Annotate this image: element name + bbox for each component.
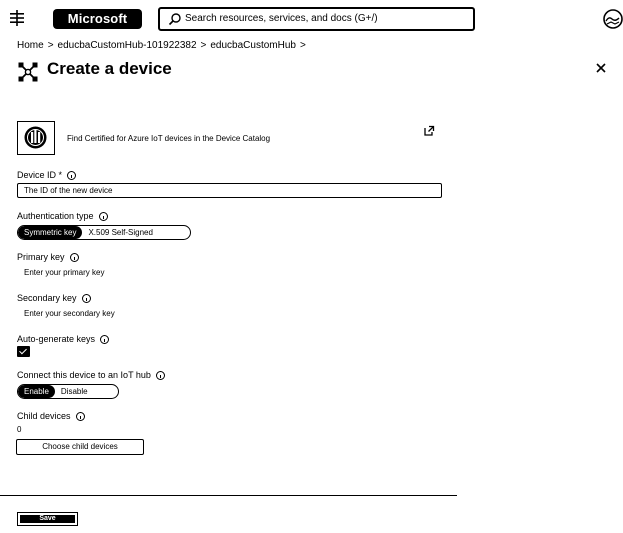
info-icon[interactable] [100,334,110,344]
info-icon[interactable] [75,411,85,421]
secondary-key-label-text: Secondary key [17,293,77,303]
iot-device-icon [18,62,38,82]
breadcrumb-home[interactable]: Home [17,39,44,53]
device-id-label-text: Device ID * [17,170,63,180]
menu-icon[interactable] [9,10,25,26]
top-bar: Microsoft Azure Search resources, servic… [0,0,623,46]
device-catalog-link[interactable]: Find Certified for Azure IoT devices in … [67,133,270,145]
connect-option-enable[interactable]: Enable [18,385,55,398]
child-devices-count: 0 [17,425,22,434]
info-icon[interactable] [67,170,77,180]
azure-brand-logo[interactable]: Microsoft Azure [53,9,142,46]
auth-type-label: Authentication type [17,210,108,222]
auto-generate-label-text: Auto-generate keys [17,334,96,344]
footer-divider [0,495,457,496]
connect-hub-label-text: Connect this device to an IoT hub [17,370,151,380]
search-placeholder: Search resources, services, and docs (G+… [185,13,378,24]
breadcrumb-separator: > [200,40,207,51]
child-devices-label: Child devices [17,410,85,422]
breadcrumb-iot-hub[interactable]: educbaCustomHub-101922382 [58,39,197,53]
primary-key-input[interactable]: Enter your primary key [24,267,104,279]
cloud-shell-icon[interactable] [601,8,623,30]
breadcrumb-separator: > [47,40,54,51]
save-button[interactable]: Save [17,512,78,526]
page-title: Create a device [47,59,172,78]
certified-badge-icon [24,126,47,149]
auth-type-toggle: Symmetric key X.509 Self-Signed [17,225,191,240]
breadcrumb-custom-hub[interactable]: educbaCustomHub [210,39,296,53]
device-id-input[interactable]: The ID of the new device [17,183,442,198]
connect-option-disable[interactable]: Disable [55,385,94,398]
secondary-key-label: Secondary key [17,292,91,304]
info-icon[interactable] [81,293,91,303]
auto-generate-label: Auto-generate keys [17,333,110,345]
child-devices-label-text: Child devices [17,411,71,421]
close-icon[interactable] [593,60,609,76]
secondary-key-input[interactable]: Enter your secondary key [24,308,115,320]
primary-key-label: Primary key [17,251,79,263]
global-search-box[interactable]: Search resources, services, and docs (G+… [158,7,475,31]
device-catalog-logo [17,121,55,155]
breadcrumb-separator: > [299,40,306,51]
device-id-label: Device ID * [17,169,77,181]
auth-option-symmetric-key[interactable]: Symmetric key [18,226,83,239]
connect-hub-toggle: Enable Disable [17,384,119,399]
info-icon[interactable] [155,370,165,380]
external-link-icon[interactable] [423,125,435,137]
info-icon[interactable] [69,252,79,262]
auth-option-x509[interactable]: X.509 Self-Signed [82,226,159,239]
connect-hub-label: Connect this device to an IoT hub [17,369,165,381]
choose-child-devices-button[interactable]: Choose child devices [16,439,144,455]
auth-type-label-text: Authentication type [17,211,94,221]
info-icon[interactable] [98,211,108,221]
breadcrumb: Home > educbaCustomHub-101922382 > educb… [17,39,306,53]
primary-key-label-text: Primary key [17,252,65,262]
auto-generate-checkbox[interactable] [17,346,30,357]
search-icon [168,13,181,26]
